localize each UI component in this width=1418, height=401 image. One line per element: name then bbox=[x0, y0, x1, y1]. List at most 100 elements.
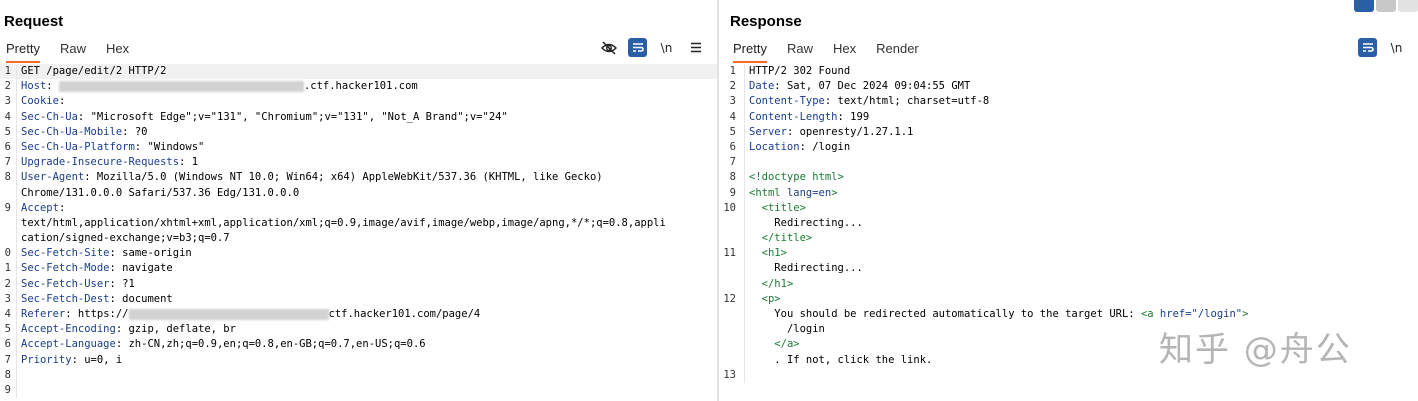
code-line[interactable]: Chrome/131.0.0.0 Safari/537.36 Edg/131.0… bbox=[0, 186, 717, 201]
line-text: Upgrade-Insecure-Requests: 1 bbox=[21, 156, 199, 169]
header-value: "Microsoft Edge";v="131", "Chromium";v="… bbox=[90, 110, 508, 123]
line-text: text/html,application/xhtml+xml,applicat… bbox=[21, 216, 717, 231]
code-line[interactable]: Redirecting... bbox=[719, 216, 1418, 231]
code-line[interactable]: You should be redirected automatically t… bbox=[719, 307, 1418, 322]
header-value: "Windows" bbox=[147, 140, 205, 153]
request-tab-pretty[interactable]: Pretty bbox=[6, 38, 40, 63]
code-line[interactable]: 0 Sec-Fetch-Site: same-origin bbox=[0, 246, 717, 261]
line-text: Redirecting... bbox=[749, 261, 1418, 276]
code-line[interactable]: 8 bbox=[0, 368, 717, 383]
code-line[interactable]: 2 Host: .ctf.hacker101.com bbox=[0, 79, 717, 94]
code-line[interactable]: 3 Sec-Fetch-Dest: document bbox=[0, 292, 717, 307]
newline-toggle-icon[interactable]: \n bbox=[657, 38, 676, 57]
code-line[interactable]: 7 Priority: u=0, i bbox=[0, 353, 717, 368]
response-title: Response bbox=[730, 13, 802, 30]
code-line[interactable]: 7 bbox=[719, 155, 1418, 170]
newline-toggle-icon[interactable]: \n bbox=[1387, 38, 1406, 57]
code-line[interactable]: 9 Accept: bbox=[0, 201, 717, 216]
response-tab-pretty[interactable]: Pretty bbox=[733, 38, 767, 63]
response-tab-raw[interactable]: Raw bbox=[787, 38, 813, 61]
text: /login bbox=[786, 323, 825, 336]
code-line[interactable]: Redirecting... bbox=[719, 261, 1418, 276]
layout-columns-icon[interactable] bbox=[1354, 0, 1374, 12]
response-tab-render[interactable]: Render bbox=[876, 38, 919, 61]
code-line[interactable]: 12 <p> bbox=[719, 292, 1418, 307]
code-line[interactable]: 6 Accept-Language: zh-CN,zh;q=0.9,en;q=0.… bbox=[0, 337, 717, 352]
line-number: 1 bbox=[4, 65, 11, 77]
line-text: GET /page/edit/2 HTTP/2 bbox=[21, 64, 717, 79]
menu-icon[interactable] bbox=[686, 38, 705, 57]
request-tab-hex[interactable]: Hex bbox=[106, 38, 129, 61]
wrap-icon[interactable] bbox=[1358, 38, 1377, 57]
code-line[interactable]: 5 Sec-Ch-Ua-Mobile: ?0 bbox=[0, 125, 717, 140]
code-line[interactable]: 9 <html lang=en> bbox=[719, 186, 1418, 201]
text: cation/signed-exchange;v=b3;q=0.7 bbox=[21, 232, 230, 245]
layout-tabs-icon[interactable] bbox=[1398, 0, 1418, 12]
code-line[interactable]: 4 Referer: https://ctf.hacker101.com/page… bbox=[0, 307, 717, 322]
text: Redirecting... bbox=[774, 216, 863, 229]
code-line[interactable]: 5 Server: openresty/1.27.1.1 bbox=[719, 125, 1418, 140]
code-line[interactable]: 7 Upgrade-Insecure-Requests: 1 bbox=[0, 155, 717, 170]
layout-rows-icon[interactable] bbox=[1376, 0, 1396, 12]
header-value: ?1 bbox=[122, 277, 135, 290]
line-text: Accept: bbox=[21, 201, 72, 214]
text: Redirecting... bbox=[774, 262, 863, 275]
line-number: 3 bbox=[4, 95, 11, 108]
line-number: 2 bbox=[4, 277, 11, 290]
code-line[interactable]: 1 Sec-Fetch-Mode: navigate bbox=[0, 261, 717, 276]
code-line[interactable]: 1 GET /page/edit/2 HTTP/2 bbox=[0, 64, 717, 80]
code-line[interactable]: 2 Date: Sat, 07 Dec 2024 09:04:55 GMT bbox=[719, 79, 1418, 94]
header-value: navigate bbox=[122, 262, 173, 275]
code-line[interactable]: 11 <h1> bbox=[719, 246, 1418, 261]
html-tag: > bbox=[1242, 308, 1249, 320]
header-value: /login bbox=[812, 140, 851, 153]
text: . If not, click the link. bbox=[774, 353, 933, 366]
response-toolbar: \n bbox=[1358, 38, 1406, 57]
response-tab-hex[interactable]: Hex bbox=[833, 38, 856, 61]
wrap-icon[interactable] bbox=[628, 38, 647, 57]
header-name: Location bbox=[749, 140, 800, 153]
line-text: <!doctype html> bbox=[749, 170, 1418, 185]
request-tab-raw[interactable]: Raw bbox=[60, 38, 86, 61]
text: HTTP/2 302 Found bbox=[749, 65, 851, 77]
code-line[interactable]: 4 Sec-Ch-Ua: "Microsoft Edge";v="131", "C… bbox=[0, 110, 717, 125]
line-text: Content-Type: text/html; charset=utf-8 bbox=[749, 95, 990, 108]
code-line[interactable]: 1 HTTP/2 302 Found bbox=[719, 64, 1418, 79]
line-text: Sec-Ch-Ua: "Microsoft Edge";v="131", "Ch… bbox=[21, 110, 508, 123]
redacted-region bbox=[128, 308, 329, 320]
line-number: 7 bbox=[4, 353, 11, 366]
code-line[interactable]: 6 Sec-Ch-Ua-Platform: "Windows" bbox=[0, 140, 717, 155]
code-line[interactable]: </title> bbox=[719, 231, 1418, 246]
header-name: Date bbox=[749, 80, 775, 93]
code-line[interactable]: 9 bbox=[0, 383, 717, 398]
request-editor[interactable]: 1 GET /page/edit/2 HTTP/2 2 Host: .ctf.hack… bbox=[0, 64, 717, 399]
code-line[interactable]: 4 Content-Length: 199 bbox=[719, 110, 1418, 125]
code-line[interactable]: 3 Content-Type: text/html; charset=utf-8 bbox=[719, 94, 1418, 109]
eye-off-icon[interactable] bbox=[599, 38, 618, 57]
line-number: 1 bbox=[4, 262, 11, 275]
code-line[interactable]: 6 Location: /login bbox=[719, 140, 1418, 155]
line-number: 6 bbox=[4, 338, 11, 351]
line-number: 7 bbox=[4, 156, 11, 169]
header-value: https:// bbox=[77, 308, 129, 320]
header-value: Sat, 07 Dec 2024 09:04:55 GMT bbox=[786, 80, 971, 93]
code-line[interactable]: 8 User-Agent: Mozilla/5.0 (Windows NT 10.… bbox=[0, 170, 717, 185]
code-line[interactable]: cation/signed-exchange;v=b3;q=0.7 bbox=[0, 231, 717, 246]
layout-buttons bbox=[1354, 0, 1418, 12]
line-text: You should be redirected automatically t… bbox=[749, 307, 1418, 322]
code-line[interactable]: 8 <!doctype html> bbox=[719, 170, 1418, 185]
code-line[interactable]: text/html,application/xhtml+xml,applicat… bbox=[0, 216, 717, 231]
code-line[interactable]: </h1> bbox=[719, 277, 1418, 292]
line-text: Sec-Fetch-Dest: document bbox=[21, 292, 173, 305]
line-text: Chrome/131.0.0.0 Safari/537.36 Edg/131.0… bbox=[21, 186, 717, 201]
request-title: Request bbox=[4, 13, 64, 30]
line-text: Content-Length: 199 bbox=[749, 110, 870, 123]
text: Chrome/131.0.0.0 Safari/537.36 Edg/131.0… bbox=[21, 186, 300, 199]
header-value: u=0, i bbox=[84, 353, 123, 366]
line-text: HTTP/2 302 Found bbox=[749, 64, 1418, 79]
header-name: Upgrade-Insecure-Requests bbox=[21, 156, 180, 169]
code-line[interactable]: 5 Accept-Encoding: gzip, deflate, br bbox=[0, 322, 717, 337]
code-line[interactable]: 10 <title> bbox=[719, 201, 1418, 216]
code-line[interactable]: 2 Sec-Fetch-User: ?1 bbox=[0, 277, 717, 292]
code-line[interactable]: 3 Cookie: bbox=[0, 94, 717, 109]
